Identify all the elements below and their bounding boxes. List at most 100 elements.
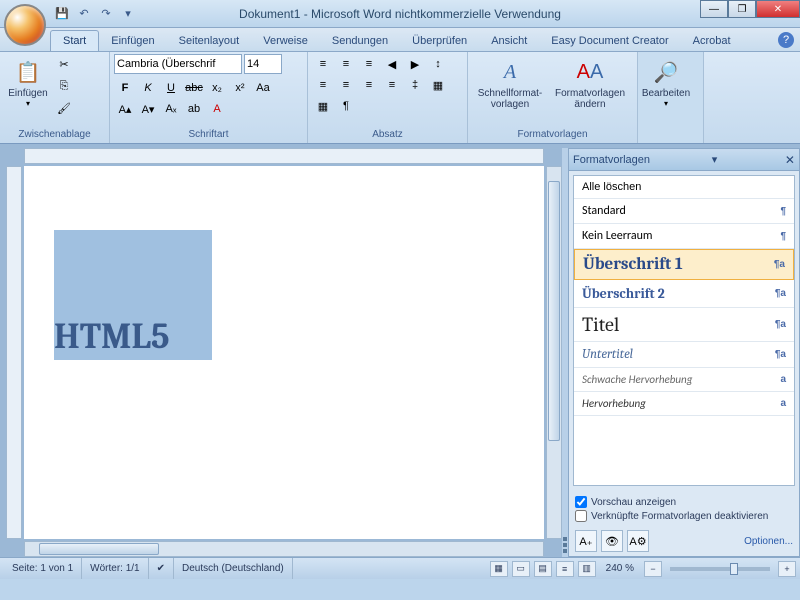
indent-right-button[interactable]: ▶ (404, 54, 426, 74)
change-styles-button[interactable]: AA Formatvorlagen ändern (550, 54, 630, 112)
zoom-thumb[interactable] (730, 563, 738, 575)
qat-customize-icon[interactable]: ▾ (118, 4, 138, 24)
tab-acrobat[interactable]: Acrobat (681, 31, 743, 51)
maximize-button[interactable]: ❐ (728, 0, 756, 18)
options-link[interactable]: Optionen... (744, 536, 793, 547)
group-font: Cambria (Überschrif 14 F K U abc x₂ x² A… (110, 52, 308, 143)
pane-header[interactable]: Formatvorlagen ▾ ✕ (569, 149, 799, 171)
line-spacing-button[interactable]: ‡ (404, 75, 426, 95)
underline-button[interactable]: U (160, 78, 182, 98)
style-item[interactable]: Standard¶ (574, 199, 794, 224)
cut-icon[interactable]: ✂ (54, 54, 74, 74)
document-area: HTML5 (4, 148, 562, 557)
save-icon[interactable]: 💾 (52, 4, 72, 24)
proofing-icon[interactable]: ✔ (149, 558, 174, 579)
help-icon[interactable]: ? (778, 32, 794, 48)
minimize-button[interactable]: — (700, 0, 728, 18)
outline-view[interactable]: ≡ (556, 561, 574, 577)
paste-button[interactable]: 📋 Einfügen ▾ (4, 54, 52, 110)
font-color-button[interactable]: A (206, 99, 228, 119)
clear-format-button[interactable]: Aₓ (160, 99, 182, 119)
zoom-percent[interactable]: 240 % (606, 563, 634, 574)
grow-font-button[interactable]: A▴ (114, 99, 136, 119)
print-layout-view[interactable]: ▦ (490, 561, 508, 577)
disable-linked-checkbox[interactable]: Verknüpfte Formatvorlagen deaktivieren (575, 510, 793, 522)
style-list[interactable]: Alle löschen Standard¶Kein Leerraum¶Über… (573, 175, 795, 486)
shading-button[interactable]: ▦ (427, 75, 449, 95)
manage-styles-button[interactable]: A⚙ (627, 530, 649, 552)
style-inspector-button[interactable]: 👁 (601, 530, 623, 552)
tab-easy-document-creator[interactable]: Easy Document Creator (539, 31, 680, 51)
change-case-button[interactable]: Aa (252, 78, 274, 98)
redo-icon[interactable]: ↷ (96, 4, 116, 24)
page-indicator[interactable]: Seite: 1 von 1 (4, 558, 82, 579)
font-family-combo[interactable]: Cambria (Überschrif (114, 54, 242, 74)
zoom-out-button[interactable]: − (644, 561, 662, 577)
align-right-button[interactable]: ≡ (358, 75, 380, 95)
bullets-button[interactable]: ≡ (312, 54, 334, 74)
borders-button[interactable]: ▦ (312, 96, 334, 116)
strike-button[interactable]: abc (183, 78, 205, 98)
style-item[interactable]: Hervorhebunga (574, 392, 794, 416)
zoom-in-button[interactable]: + (778, 561, 796, 577)
pane-title: Formatvorlagen (573, 154, 650, 166)
indent-left-button[interactable]: ◀ (381, 54, 403, 74)
undo-icon[interactable]: ↶ (74, 4, 94, 24)
style-item[interactable]: Kein Leerraum¶ (574, 224, 794, 249)
align-center-button[interactable]: ≡ (335, 75, 357, 95)
font-size-combo[interactable]: 14 (244, 54, 282, 74)
web-view[interactable]: ▤ (534, 561, 552, 577)
office-button[interactable] (4, 4, 46, 46)
zoom-slider[interactable] (670, 567, 770, 571)
scrollbar-thumb[interactable] (548, 181, 560, 441)
new-style-button[interactable]: A₊ (575, 530, 597, 552)
justify-button[interactable]: ≡ (381, 75, 403, 95)
word-count[interactable]: Wörter: 1/1 (82, 558, 148, 579)
numbering-button[interactable]: ≡ (335, 54, 357, 74)
style-item[interactable]: Titel¶a (574, 308, 794, 342)
shrink-font-button[interactable]: A▾ (137, 99, 159, 119)
draft-view[interactable]: ▥ (578, 561, 596, 577)
tab-sendungen[interactable]: Sendungen (320, 31, 400, 51)
style-clear-all[interactable]: Alle löschen (574, 176, 794, 199)
align-left-button[interactable]: ≡ (312, 75, 334, 95)
sort-button[interactable]: ↕ (427, 54, 449, 74)
style-item[interactable]: Überschrift 1¶a (574, 249, 794, 280)
tab-start[interactable]: Start (50, 30, 99, 51)
italic-button[interactable]: K (137, 78, 159, 98)
quick-access-toolbar: 💾 ↶ ↷ ▾ (52, 4, 138, 24)
vertical-scrollbar[interactable] (546, 166, 562, 539)
show-marks-button[interactable]: ¶ (335, 96, 357, 116)
bold-button[interactable]: F (114, 78, 136, 98)
pane-menu-icon[interactable]: ▾ (712, 153, 718, 166)
superscript-button[interactable]: x² (229, 78, 251, 98)
tab-überprüfen[interactable]: Überprüfen (400, 31, 479, 51)
quick-styles-button[interactable]: A Schnellformat- vorlagen (472, 54, 548, 112)
preview-checkbox[interactable]: Vorschau anzeigen (575, 496, 793, 508)
tab-einfügen[interactable]: Einfügen (99, 31, 166, 51)
multilevel-button[interactable]: ≡ (358, 54, 380, 74)
tab-seitenlayout[interactable]: Seitenlayout (167, 31, 252, 51)
close-button[interactable]: ✕ (756, 0, 800, 18)
scrollbar-thumb[interactable] (39, 543, 159, 555)
style-item[interactable]: Überschrift 2¶a (574, 280, 794, 308)
language-indicator[interactable]: Deutsch (Deutschland) (174, 558, 293, 579)
pane-close-icon[interactable]: ✕ (785, 153, 795, 167)
document-text[interactable]: HTML5 (54, 316, 170, 357)
style-item[interactable]: Schwache Hervorhebunga (574, 368, 794, 392)
fullscreen-view[interactable]: ▭ (512, 561, 530, 577)
editing-button[interactable]: 🔎 Bearbeiten ▾ (642, 54, 690, 110)
subscript-button[interactable]: x₂ (206, 78, 228, 98)
format-painter-icon[interactable]: 🖌 (54, 98, 74, 118)
style-item[interactable]: Untertitel¶a (574, 342, 794, 368)
tab-verweise[interactable]: Verweise (251, 31, 320, 51)
vertical-ruler[interactable] (6, 166, 22, 539)
page[interactable]: HTML5 (24, 166, 544, 539)
copy-icon[interactable]: ⎘ (54, 76, 74, 96)
horizontal-scrollbar[interactable] (24, 541, 544, 557)
highlight-button[interactable]: ab (183, 99, 205, 119)
group-clipboard: 📋 Einfügen ▾ ✂ ⎘ 🖌 Zwischenablage (0, 52, 110, 143)
horizontal-ruler[interactable] (24, 148, 544, 164)
page-viewport[interactable]: HTML5 (24, 166, 544, 539)
tab-ansicht[interactable]: Ansicht (479, 31, 539, 51)
